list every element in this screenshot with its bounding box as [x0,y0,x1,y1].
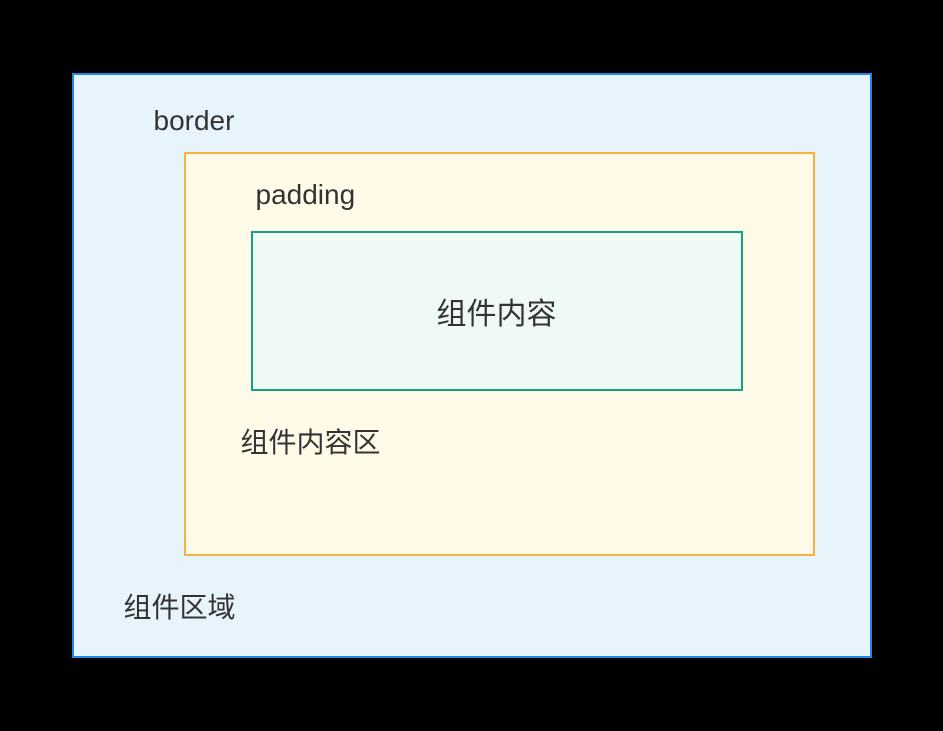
content-box: 组件内容 [251,231,743,391]
padding-region-box: padding 组件内容 组件内容区 [184,152,815,556]
border-label: border [154,105,810,137]
component-content-label: 组件内容 [437,289,557,333]
component-content-area-label: 组件内容区 [241,421,758,461]
middle-wrapper: padding 组件内容 组件内容区 组件区域 [134,152,810,626]
component-region-label: 组件区域 [124,586,810,626]
padding-label: padding [256,179,758,211]
border-region-box: border padding 组件内容 组件内容区 组件区域 [72,73,872,658]
